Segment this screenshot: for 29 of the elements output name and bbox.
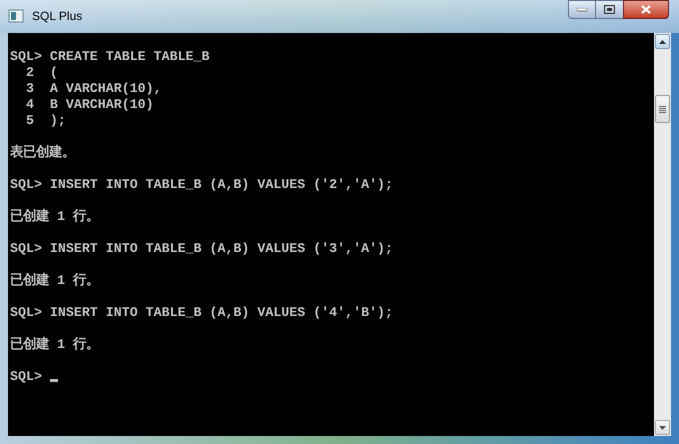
grip-icon <box>659 106 666 112</box>
maximize-button[interactable] <box>596 0 623 19</box>
console-line: SQL> INSERT INTO TABLE_B (A,B) VALUES ('2','A'); <box>10 177 394 193</box>
console-line: 2 ( <box>24 65 58 81</box>
close-button[interactable] <box>623 0 669 19</box>
console-window-icon <box>8 8 24 24</box>
text-cursor <box>50 378 58 382</box>
console-line: 3 A VARCHAR(10), <box>24 81 162 97</box>
vertical-scrollbar[interactable] <box>654 33 671 436</box>
console-line: 表已创建。 <box>10 145 75 161</box>
console-prompt: SQL> <box>10 369 42 385</box>
window-title: SQL Plus <box>32 8 82 25</box>
down-arrow-icon <box>659 426 666 430</box>
close-icon <box>641 5 651 14</box>
console-line: 已创建 1 行。 <box>10 209 99 225</box>
scrollbar-thumb[interactable] <box>655 95 670 123</box>
up-arrow-icon <box>659 40 666 44</box>
console-line: 已创建 1 行。 <box>10 273 99 289</box>
console-line: 已创建 1 行。 <box>10 337 99 353</box>
restore-icon <box>604 5 615 14</box>
scroll-up-button[interactable] <box>655 34 670 49</box>
console-line: 5 ); <box>24 113 66 129</box>
console-line: SQL> INSERT INTO TABLE_B (A,B) VALUES ('3','A'); <box>10 241 394 257</box>
minimize-button[interactable] <box>568 0 596 19</box>
console-line: SQL> CREATE TABLE TABLE_B <box>10 49 210 65</box>
minimize-icon <box>577 8 587 12</box>
scroll-down-button[interactable] <box>655 420 670 435</box>
console-line: SQL> INSERT INTO TABLE_B (A,B) VALUES ('4','B'); <box>10 305 394 321</box>
console-line: 4 B VARCHAR(10) <box>24 97 154 113</box>
